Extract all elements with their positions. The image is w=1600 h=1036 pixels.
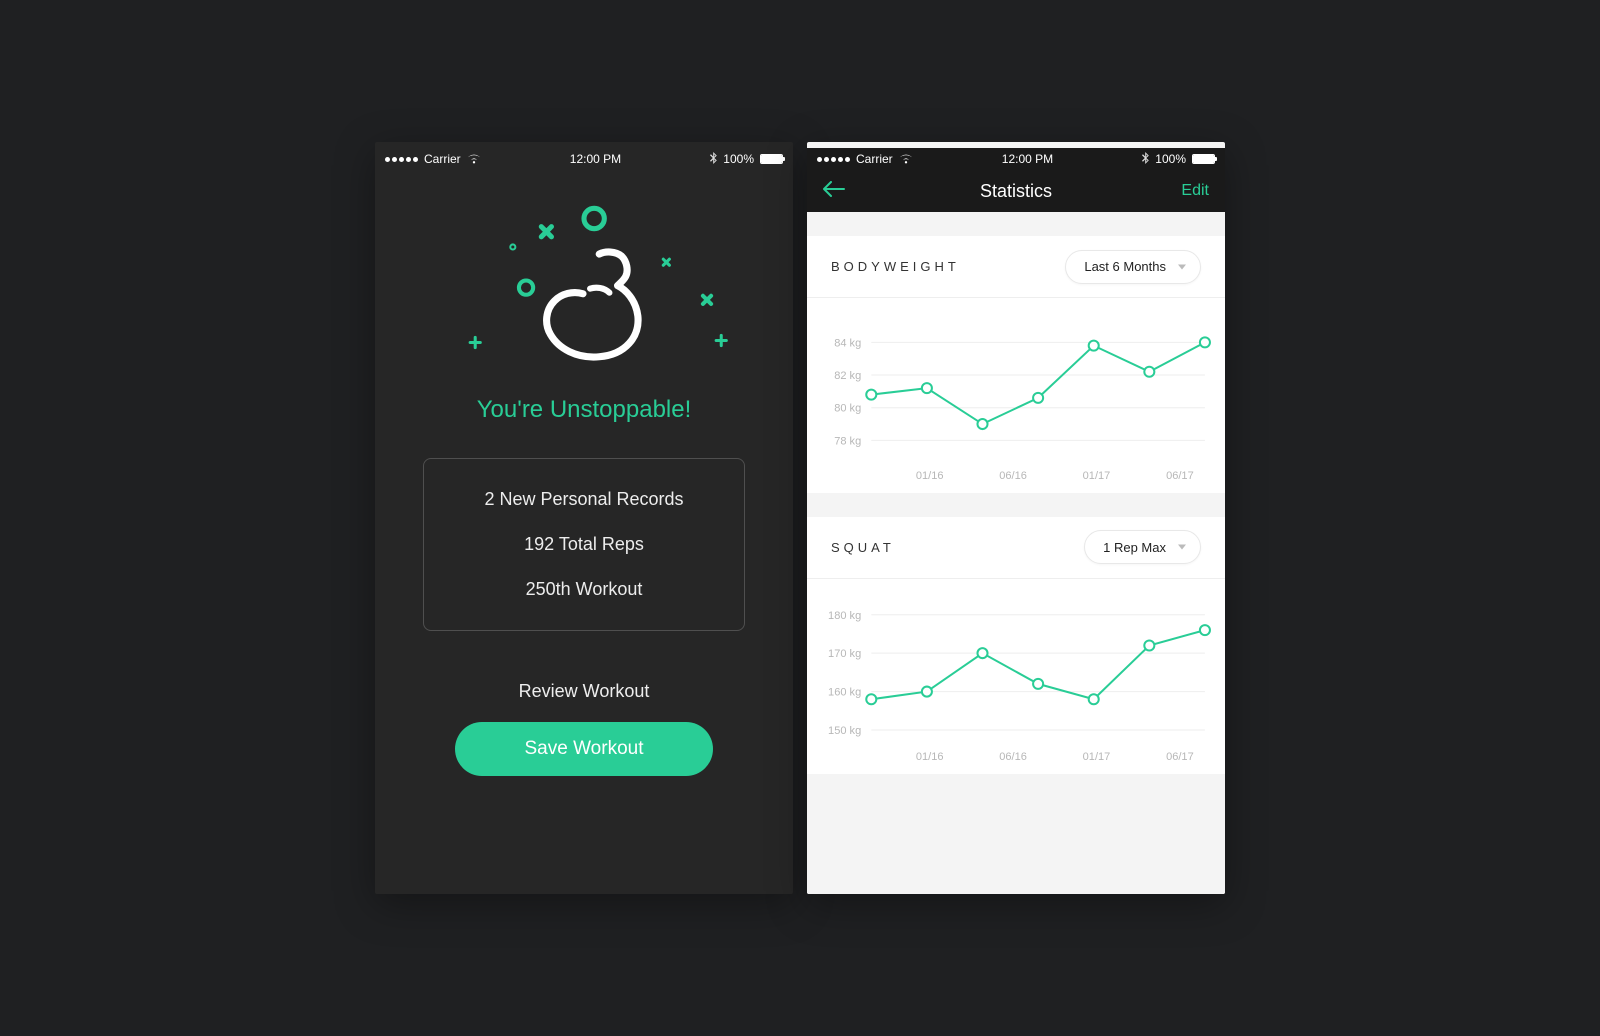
status-time: 12:00 PM [1002, 152, 1053, 166]
biceps-icon [547, 252, 638, 357]
bluetooth-icon [710, 152, 717, 167]
statistics-screen: Carrier 12:00 PM 100% S [807, 142, 1225, 894]
chart-title: SQUAT [831, 540, 895, 555]
summary-stat: 192 Total Reps [524, 534, 644, 555]
svg-text:150 kg: 150 kg [828, 725, 861, 737]
bluetooth-icon [1142, 152, 1149, 167]
svg-text:01/16: 01/16 [916, 751, 944, 763]
svg-text:06/17: 06/17 [1166, 751, 1194, 763]
chart-title: BODYWEIGHT [831, 259, 960, 274]
svg-text:78 kg: 78 kg [834, 435, 861, 447]
chart-range-label: Last 6 Months [1084, 259, 1166, 274]
page-title: Statistics [873, 181, 1159, 202]
battery-icon [1192, 154, 1215, 164]
nav-bar: Statistics Edit [807, 170, 1225, 212]
back-button[interactable] [823, 180, 873, 203]
svg-text:06/16: 06/16 [999, 751, 1027, 763]
svg-text:80 kg: 80 kg [834, 403, 861, 415]
summary-screen: Carrier 12:00 PM 100% [375, 142, 793, 894]
chart-card-squat: SQUAT 1 Rep Max 150 kg 160 kg 170 kg 180 kg… [807, 517, 1225, 774]
svg-text:180 kg: 180 kg [828, 610, 861, 622]
summary-stat: 2 New Personal Records [484, 489, 683, 510]
wifi-icon [899, 152, 913, 167]
chevron-down-icon [1178, 264, 1186, 269]
battery-pct: 100% [723, 152, 754, 166]
squat-line-chart: 150 kg 160 kg 170 kg 180 kg 01/16 06/16 01/17 0… [815, 597, 1217, 768]
svg-text:06/17: 06/17 [1166, 470, 1194, 482]
svg-text:06/16: 06/16 [999, 470, 1027, 482]
chart-range-label: 1 Rep Max [1103, 540, 1166, 555]
svg-text:01/17: 01/17 [1083, 470, 1111, 482]
edit-button[interactable]: Edit [1159, 182, 1209, 200]
battery-pct: 100% [1155, 152, 1186, 166]
svg-text:01/16: 01/16 [916, 470, 944, 482]
svg-text:84 kg: 84 kg [834, 337, 861, 349]
svg-text:01/17: 01/17 [1083, 751, 1111, 763]
svg-text:160 kg: 160 kg [828, 686, 861, 698]
battery-icon [760, 154, 783, 164]
arrow-left-icon [823, 181, 845, 197]
wifi-icon [467, 152, 481, 167]
chart-range-select[interactable]: Last 6 Months [1065, 250, 1201, 284]
chart-card-bodyweight: BODYWEIGHT Last 6 Months 78 kg 80 kg 82 kg… [807, 236, 1225, 493]
svg-text:82 kg: 82 kg [834, 370, 861, 382]
svg-text:170 kg: 170 kg [828, 648, 861, 660]
carrier-label: Carrier [424, 152, 461, 166]
summary-stat: 250th Workout [526, 579, 643, 600]
chart-range-select[interactable]: 1 Rep Max [1084, 530, 1201, 564]
carrier-label: Carrier [856, 152, 893, 166]
chevron-down-icon [1178, 545, 1186, 550]
review-workout-button[interactable]: Review Workout [519, 681, 650, 702]
summary-stats-box: 2 New Personal Records 192 Total Reps 25… [423, 458, 745, 631]
summary-headline: You're Unstoppable! [477, 396, 692, 424]
save-workout-button[interactable]: Save Workout [455, 722, 713, 776]
signal-dots-icon [385, 157, 418, 162]
status-time: 12:00 PM [570, 152, 621, 166]
status-bar: Carrier 12:00 PM 100% [375, 148, 793, 170]
signal-dots-icon [817, 157, 850, 162]
bodyweight-line-chart: 78 kg 80 kg 82 kg 84 kg 01/16 06/16 01/17 06/17 [815, 316, 1217, 487]
celebration-illustration [401, 188, 767, 388]
status-bar: Carrier 12:00 PM 100% [807, 148, 1225, 170]
